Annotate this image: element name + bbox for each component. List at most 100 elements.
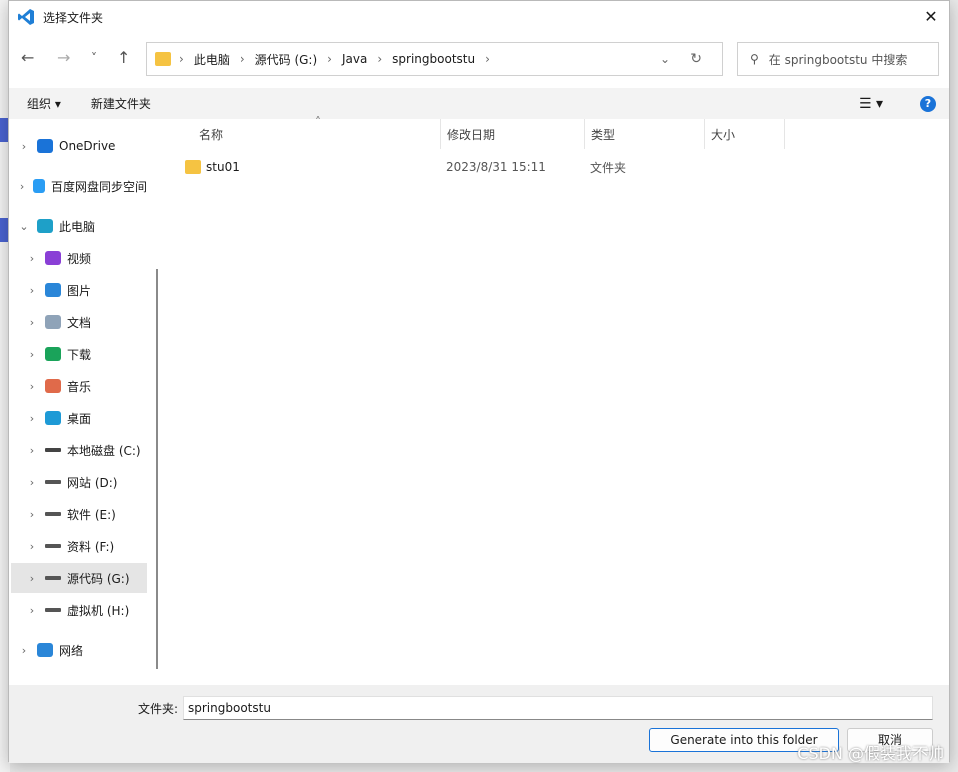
back-button[interactable]: ← xyxy=(21,48,34,67)
column-header-type[interactable]: 类型 xyxy=(585,119,705,149)
address-bar[interactable]: › 此电脑 › 源代码 (G:) › Java › springbootstu › ⌄ … xyxy=(146,42,723,76)
documents-icon xyxy=(45,315,61,329)
breadcrumb[interactable]: Java xyxy=(342,52,367,66)
refresh-icon[interactable]: ↻ xyxy=(690,51,702,67)
command-bar: 组织 ▾ 新建文件夹 ☰ ▾ ? xyxy=(9,88,949,119)
help-icon[interactable]: ? xyxy=(920,95,936,112)
folder-icon xyxy=(155,52,171,66)
watermark: CSDN @假装我不帅 xyxy=(797,744,944,763)
drive-icon xyxy=(45,448,61,452)
recent-locations-button[interactable]: ˅ xyxy=(91,51,97,65)
folder-name-input[interactable]: springbootstu xyxy=(183,696,933,720)
chevron-right-icon[interactable]: › xyxy=(25,604,39,617)
sidebar-item[interactable]: › 图片 xyxy=(11,275,147,305)
sidebar-item-label: 此电脑 xyxy=(59,219,96,234)
chevron-right-icon[interactable]: › xyxy=(25,508,39,521)
sidebar-item[interactable]: › 文档 xyxy=(11,307,147,337)
drive-icon xyxy=(45,512,61,516)
chevron-right-icon[interactable]: › xyxy=(25,284,39,297)
column-header-name[interactable]: 名称 xyxy=(199,119,441,149)
background-app xyxy=(0,118,8,142)
breadcrumb[interactable]: 此电脑 xyxy=(194,51,230,68)
chevron-right-icon[interactable]: › xyxy=(25,540,39,553)
vscode-icon xyxy=(18,9,34,25)
sidebar-item-label: 视频 xyxy=(67,251,92,266)
sidebar-item-label: 虚拟机 (H:) xyxy=(67,603,130,618)
sidebar-item[interactable]: › 网络 xyxy=(11,635,147,665)
chevron-down-icon[interactable]: ⌄ xyxy=(17,220,31,233)
pictures-icon xyxy=(45,283,61,297)
sidebar-item-label: 本地磁盘 (C:) xyxy=(67,443,141,458)
sidebar-item-label: 网站 (D:) xyxy=(67,475,118,490)
file-list: ˄ 名称 修改日期 类型 大小 stu01 2023/8/31 15:11 文件… xyxy=(165,115,949,685)
sidebar-item[interactable]: › 虚拟机 (H:) xyxy=(11,595,147,625)
breadcrumb[interactable]: springbootstu xyxy=(392,52,475,66)
file-row[interactable]: stu01 2023/8/31 15:11 文件夹 xyxy=(185,153,710,181)
column-header-size[interactable]: 大小 xyxy=(705,119,785,149)
search-icon: ⚲ xyxy=(750,52,759,66)
title-bar: 选择文件夹 xyxy=(9,1,949,33)
organize-button[interactable]: 组织 ▾ xyxy=(27,95,61,112)
sidebar-item-label: 软件 (E:) xyxy=(67,507,116,522)
sidebar-item[interactable]: › 桌面 xyxy=(11,403,147,433)
drive-icon xyxy=(45,576,61,580)
sidebar-item-label: 图片 xyxy=(67,283,92,298)
chevron-right-icon[interactable]: › xyxy=(17,140,31,153)
sidebar-item-label: 下载 xyxy=(67,347,92,362)
up-button[interactable]: ↑ xyxy=(117,48,130,67)
sidebar-item[interactable]: › 视频 xyxy=(11,243,147,273)
chevron-right-icon[interactable]: › xyxy=(25,412,39,425)
sidebar-item-label: 音乐 xyxy=(67,379,92,394)
chevron-right-icon[interactable]: › xyxy=(25,476,39,489)
close-button[interactable]: ✕ xyxy=(919,5,943,29)
new-folder-button[interactable]: 新建文件夹 xyxy=(91,95,151,112)
sidebar-item[interactable]: › 下载 xyxy=(11,339,147,369)
column-header-date[interactable]: 修改日期 xyxy=(441,119,585,149)
network-icon xyxy=(37,643,53,657)
video-icon xyxy=(45,251,61,265)
sidebar-item-label: 百度网盘同步空间 xyxy=(50,179,147,194)
select-folder-dialog: 选择文件夹 ✕ ← → ˅ ↑ › 此电脑 › 源代码 (G:) › Java › sp… xyxy=(8,0,950,763)
sidebar-item-label: 桌面 xyxy=(67,411,92,426)
sidebar-item[interactable]: › 音乐 xyxy=(11,371,147,401)
breadcrumb[interactable]: 源代码 (G:) xyxy=(255,51,318,68)
sidebar-item[interactable]: › 源代码 (G:) xyxy=(11,563,147,593)
chevron-right-icon[interactable]: › xyxy=(17,644,31,657)
chevron-right-icon[interactable]: › xyxy=(25,252,39,265)
drive-icon xyxy=(45,480,61,484)
search-input[interactable]: ⚲ 在 springbootstu 中搜索 xyxy=(737,42,939,76)
chevron-right-icon[interactable]: › xyxy=(25,380,39,393)
navigation-pane: › OneDrive › 百度网盘同步空间 ⌄ 此电脑 › 视频 › 图片 › 文档 › 下载 › 音乐 › 桌面… xyxy=(9,119,161,685)
sidebar-item-label: 网络 xyxy=(59,643,84,658)
cloud-icon xyxy=(37,139,53,153)
computer-icon xyxy=(37,219,53,233)
window-title: 选择文件夹 xyxy=(43,10,104,25)
sidebar-scrollbar[interactable] xyxy=(156,269,158,669)
file-name: stu01 xyxy=(206,160,240,174)
search-placeholder: 在 springbootstu 中搜索 xyxy=(768,52,908,67)
sidebar-item-label: OneDrive xyxy=(59,139,116,153)
sidebar-item[interactable]: › 本地磁盘 (C:) xyxy=(11,435,147,465)
sidebar-item[interactable]: › OneDrive xyxy=(11,131,147,161)
sidebar-item-label: 资料 (F:) xyxy=(67,539,115,554)
sidebar-item[interactable]: › 资料 (F:) xyxy=(11,531,147,561)
file-date: 2023/8/31 15:11 xyxy=(446,160,546,174)
chevron-right-icon[interactable]: › xyxy=(25,444,39,457)
sidebar-item[interactable]: › 网站 (D:) xyxy=(11,467,147,497)
chevron-right-icon[interactable]: › xyxy=(17,180,27,193)
sidebar-item-label: 源代码 (G:) xyxy=(67,571,130,586)
forward-button[interactable]: → xyxy=(57,48,70,67)
drive-icon xyxy=(45,608,61,612)
chevron-down-icon[interactable]: ⌄ xyxy=(660,52,670,66)
sidebar-item[interactable]: › 百度网盘同步空间 xyxy=(11,171,147,201)
folder-icon xyxy=(185,160,201,174)
chevron-right-icon[interactable]: › xyxy=(25,316,39,329)
chevron-right-icon[interactable]: › xyxy=(25,572,39,585)
desktop-icon xyxy=(45,411,61,425)
music-icon xyxy=(45,379,61,393)
chevron-right-icon[interactable]: › xyxy=(25,348,39,361)
view-options-button[interactable]: ☰ ▾ xyxy=(859,96,883,112)
sidebar-item[interactable]: ⌄ 此电脑 xyxy=(11,211,147,241)
sidebar-item[interactable]: › 软件 (E:) xyxy=(11,499,147,529)
background-app xyxy=(0,218,8,242)
